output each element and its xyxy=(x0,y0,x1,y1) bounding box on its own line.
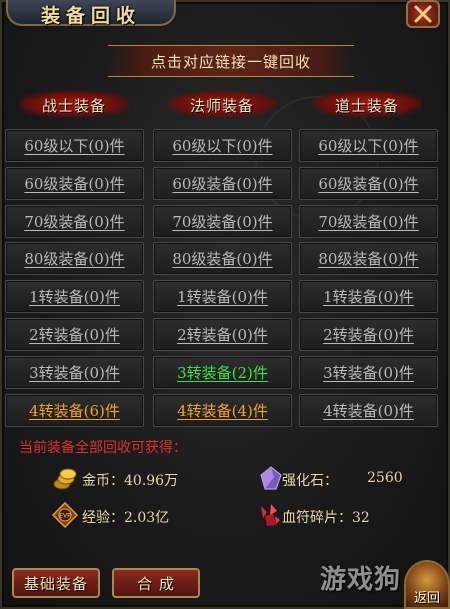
recycle-link-mage[interactable]: 70级装备(0)件 xyxy=(153,205,292,238)
watermark: 游戏狗 xyxy=(320,565,402,595)
enhance-stone-icon xyxy=(260,466,282,490)
window-title: 装备回收 xyxy=(40,5,141,27)
recycle-link-warrior[interactable]: 3转装备(0)件 xyxy=(5,356,144,389)
recycle-link-warrior[interactable]: 60级以下(0)件 xyxy=(5,129,144,162)
compose-button[interactable]: 合 成 xyxy=(112,568,200,598)
title-tab: 装备回收 xyxy=(6,0,176,27)
stone-reward-label: 强化石： xyxy=(282,473,338,489)
recycle-link-mage[interactable]: 2转装备(0)件 xyxy=(153,318,292,351)
return-label: 返回 xyxy=(413,591,440,606)
recycle-link-taoist[interactable]: 3转装备(0)件 xyxy=(299,356,438,389)
recycle-link-warrior[interactable]: 4转装备(6)件 xyxy=(5,394,144,427)
stone-reward-value: 2560 xyxy=(367,470,403,486)
header-taoist: 道士装备 xyxy=(312,91,422,117)
recycle-link-mage[interactable]: 80级装备(0)件 xyxy=(153,242,292,275)
recycle-link-warrior[interactable]: 70级装备(0)件 xyxy=(5,205,144,238)
recycle-link-warrior[interactable]: 1转装备(0)件 xyxy=(5,280,144,313)
exp-badge-icon: EVP xyxy=(52,502,78,528)
header-mage: 法师装备 xyxy=(167,91,277,117)
recycle-link-warrior[interactable]: 2转装备(0)件 xyxy=(5,318,144,351)
header-taoist-label: 道士装备 xyxy=(334,97,399,115)
recycle-link-mage[interactable]: 1转装备(0)件 xyxy=(153,280,292,313)
instruction-text: 点击对应链接一键回收 xyxy=(150,53,311,71)
close-icon xyxy=(414,5,432,23)
total-reward-label: 当前装备全部回收可获得： xyxy=(19,440,187,456)
recycle-link-warrior[interactable]: 80级装备(0)件 xyxy=(5,242,144,275)
return-button[interactable]: 返回 xyxy=(404,560,450,609)
close-button[interactable] xyxy=(406,0,440,28)
recycle-link-taoist[interactable]: 60级装备(0)件 xyxy=(299,167,438,200)
header-warrior-label: 战士装备 xyxy=(41,97,106,115)
recycle-link-mage[interactable]: 60级装备(0)件 xyxy=(153,167,292,200)
gold-coin-icon xyxy=(53,468,77,490)
header-mage-label: 法师装备 xyxy=(189,97,254,115)
recycle-link-taoist[interactable]: 80级装备(0)件 xyxy=(299,242,438,275)
gold-reward: 金币：40.96万 xyxy=(82,473,179,489)
recycle-link-warrior[interactable]: 60级装备(0)件 xyxy=(5,167,144,200)
header-warrior: 战士装备 xyxy=(19,91,129,117)
blood-shard-icon xyxy=(261,504,280,526)
blood-shard-reward: 血符碎片：32 xyxy=(282,510,370,526)
recycle-link-taoist[interactable]: 4转装备(0)件 xyxy=(299,394,438,427)
recycle-link-taoist[interactable]: 70级装备(0)件 xyxy=(299,205,438,238)
exp-reward: 经验：2.03亿 xyxy=(82,510,170,526)
recycle-link-mage[interactable]: 4转装备(4)件 xyxy=(153,394,292,427)
recycle-link-taoist[interactable]: 2转装备(0)件 xyxy=(299,318,438,351)
recycle-link-taoist[interactable]: 60级以下(0)件 xyxy=(299,129,438,162)
instruction-banner: 点击对应链接一键回收 xyxy=(108,45,354,77)
basic-equipment-button[interactable]: 基础装备 xyxy=(12,568,100,598)
svg-text:EVP: EVP xyxy=(59,513,71,520)
recycle-link-mage[interactable]: 3转装备(2)件 xyxy=(153,356,292,389)
recycle-link-mage[interactable]: 60级以下(0)件 xyxy=(153,129,292,162)
recycle-link-taoist[interactable]: 1转装备(0)件 xyxy=(299,280,438,313)
